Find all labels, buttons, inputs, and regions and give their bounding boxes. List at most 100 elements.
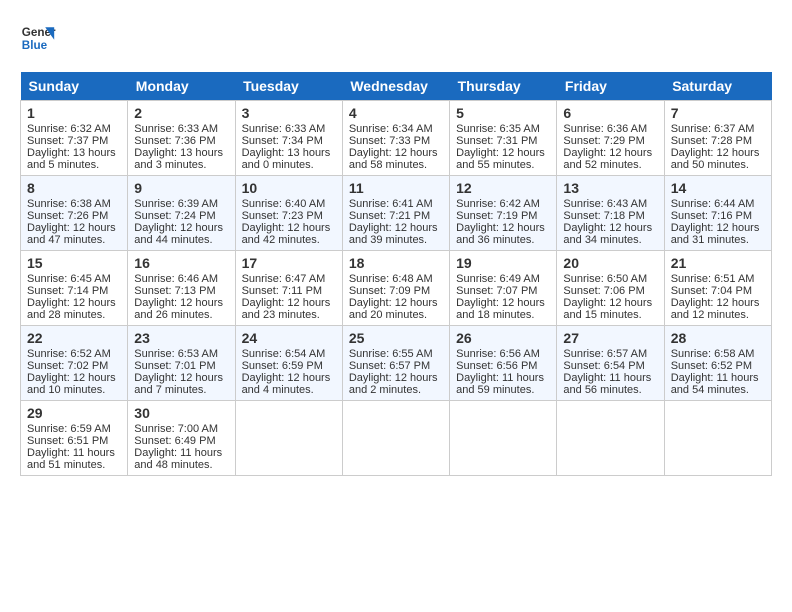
daylight-value: Daylight: 12 hoursand 50 minutes. bbox=[671, 147, 760, 171]
sunrise-value: Sunrise: 6:51 AM bbox=[671, 273, 755, 285]
daylight-value: Daylight: 12 hoursand 7 minutes. bbox=[134, 372, 223, 396]
sunrise-value: Sunrise: 6:43 AM bbox=[563, 198, 647, 210]
sunrise-value: Sunrise: 6:46 AM bbox=[134, 273, 218, 285]
sunrise-value: Sunrise: 6:36 AM bbox=[563, 123, 647, 135]
sunrise-value: Sunrise: 6:56 AM bbox=[456, 348, 540, 360]
day-number: 22 bbox=[27, 330, 121, 346]
day-cell-28: 28Sunrise: 6:58 AMSunset: 6:52 PMDayligh… bbox=[664, 326, 771, 401]
daylight-value: Daylight: 12 hoursand 58 minutes. bbox=[349, 147, 438, 171]
daylight-value: Daylight: 11 hoursand 59 minutes. bbox=[456, 372, 544, 396]
day-number: 1 bbox=[27, 105, 121, 121]
day-number: 13 bbox=[563, 180, 657, 196]
sunset-value: Sunset: 7:07 PM bbox=[456, 285, 537, 297]
day-number: 4 bbox=[349, 105, 443, 121]
sunset-value: Sunset: 6:57 PM bbox=[349, 360, 430, 372]
sunset-value: Sunset: 7:28 PM bbox=[671, 135, 752, 147]
sunset-value: Sunset: 7:34 PM bbox=[242, 135, 323, 147]
day-cell-14: 14Sunrise: 6:44 AMSunset: 7:16 PMDayligh… bbox=[664, 176, 771, 251]
sunset-value: Sunset: 7:19 PM bbox=[456, 210, 537, 222]
day-number: 8 bbox=[27, 180, 121, 196]
day-cell-6: 6Sunrise: 6:36 AMSunset: 7:29 PMDaylight… bbox=[557, 101, 664, 176]
daylight-value: Daylight: 11 hoursand 54 minutes. bbox=[671, 372, 759, 396]
sunset-value: Sunset: 7:36 PM bbox=[134, 135, 215, 147]
daylight-value: Daylight: 12 hoursand 23 minutes. bbox=[242, 297, 331, 321]
page-header: General Blue bbox=[20, 20, 772, 56]
sunset-value: Sunset: 7:26 PM bbox=[27, 210, 108, 222]
sunset-value: Sunset: 7:11 PM bbox=[242, 285, 323, 297]
sunrise-value: Sunrise: 6:41 AM bbox=[349, 198, 433, 210]
day-cell-10: 10Sunrise: 6:40 AMSunset: 7:23 PMDayligh… bbox=[235, 176, 342, 251]
daylight-value: Daylight: 12 hoursand 26 minutes. bbox=[134, 297, 223, 321]
sunrise-value: Sunrise: 6:53 AM bbox=[134, 348, 218, 360]
sunrise-value: Sunrise: 6:45 AM bbox=[27, 273, 111, 285]
day-number: 19 bbox=[456, 255, 550, 271]
sunset-value: Sunset: 7:37 PM bbox=[27, 135, 108, 147]
sunset-value: Sunset: 7:16 PM bbox=[671, 210, 752, 222]
day-cell-18: 18Sunrise: 6:48 AMSunset: 7:09 PMDayligh… bbox=[342, 251, 449, 326]
empty-cell-4-3 bbox=[342, 401, 449, 476]
day-cell-5: 5Sunrise: 6:35 AMSunset: 7:31 PMDaylight… bbox=[450, 101, 557, 176]
empty-cell-4-4 bbox=[450, 401, 557, 476]
logo-icon: General Blue bbox=[20, 20, 56, 56]
day-cell-1: 1Sunrise: 6:32 AMSunset: 7:37 PMDaylight… bbox=[21, 101, 128, 176]
daylight-value: Daylight: 12 hoursand 55 minutes. bbox=[456, 147, 545, 171]
sunrise-value: Sunrise: 6:59 AM bbox=[27, 423, 111, 435]
col-thursday: Thursday bbox=[450, 72, 557, 101]
day-number: 15 bbox=[27, 255, 121, 271]
sunset-value: Sunset: 6:56 PM bbox=[456, 360, 537, 372]
week-row-4: 22Sunrise: 6:52 AMSunset: 7:02 PMDayligh… bbox=[21, 326, 772, 401]
sunrise-value: Sunrise: 6:52 AM bbox=[27, 348, 111, 360]
day-number: 16 bbox=[134, 255, 228, 271]
col-saturday: Saturday bbox=[664, 72, 771, 101]
col-tuesday: Tuesday bbox=[235, 72, 342, 101]
week-row-2: 8 Sunrise: 6:38 AMSunset: 7:26 PM Daylight… bbox=[21, 176, 772, 251]
sunset-value: Sunset: 6:51 PM bbox=[27, 435, 108, 447]
sunrise-value: Sunrise: 6:34 AM bbox=[349, 123, 433, 135]
sunrise-value: Sunrise: 6:37 AM bbox=[671, 123, 755, 135]
sunset-value: Sunset: 7:01 PM bbox=[134, 360, 215, 372]
daylight-value: Daylight: 12 hoursand 42 minutes. bbox=[242, 222, 331, 246]
day-cell-8: 8Sunrise: 6:38 AMSunset: 7:26 PMDaylight… bbox=[21, 176, 128, 251]
sunrise-value: Sunrise: 6:57 AM bbox=[563, 348, 647, 360]
daylight-value: Daylight: 12 hoursand 52 minutes. bbox=[563, 147, 652, 171]
sunrise-value: Sunrise: 6:38 AM bbox=[27, 198, 111, 210]
day-number: 21 bbox=[671, 255, 765, 271]
day-number: 14 bbox=[671, 180, 765, 196]
daylight-value: Daylight: 11 hoursand 48 minutes. bbox=[134, 447, 222, 471]
day-cell-21: 21Sunrise: 6:51 AMSunset: 7:04 PMDayligh… bbox=[664, 251, 771, 326]
daylight-value: Daylight: 12 hoursand 39 minutes. bbox=[349, 222, 438, 246]
sunset-value: Sunset: 7:04 PM bbox=[671, 285, 752, 297]
sunrise-value: Sunrise: 6:44 AM bbox=[671, 198, 755, 210]
day-cell-2: 2Sunrise: 6:33 AMSunset: 7:36 PMDaylight… bbox=[128, 101, 235, 176]
daylight-value: Daylight: 12 hoursand 10 minutes. bbox=[27, 372, 116, 396]
day-cell-23: 23Sunrise: 6:53 AMSunset: 7:01 PMDayligh… bbox=[128, 326, 235, 401]
day-number: 24 bbox=[242, 330, 336, 346]
day-cell-17: 17Sunrise: 6:47 AMSunset: 7:11 PMDayligh… bbox=[235, 251, 342, 326]
day-number: 26 bbox=[456, 330, 550, 346]
sunset-value: Sunset: 6:54 PM bbox=[563, 360, 644, 372]
daylight-value: Daylight: 13 hoursand 0 minutes. bbox=[242, 147, 331, 171]
col-sunday: Sunday bbox=[21, 72, 128, 101]
sunset-value: Sunset: 7:24 PM bbox=[134, 210, 215, 222]
day-cell-15: 15 Sunrise: 6:45 AMSunset: 7:14 PMDayligh… bbox=[21, 251, 128, 326]
sunset-value: Sunset: 7:09 PM bbox=[349, 285, 430, 297]
col-wednesday: Wednesday bbox=[342, 72, 449, 101]
sunrise-value: Sunrise: 6:55 AM bbox=[349, 348, 433, 360]
sunrise-value: Sunrise: 6:48 AM bbox=[349, 273, 433, 285]
empty-cell-4-5 bbox=[557, 401, 664, 476]
header-row: Sunday Monday Tuesday Wednesday Thursday… bbox=[21, 72, 772, 101]
daylight-value: Daylight: 12 hoursand 28 minutes. bbox=[27, 297, 116, 321]
daylight-value: Daylight: 12 hoursand 4 minutes. bbox=[242, 372, 331, 396]
day-number: 28 bbox=[671, 330, 765, 346]
day-cell-13: 13Sunrise: 6:43 AMSunset: 7:18 PMDayligh… bbox=[557, 176, 664, 251]
sunrise-value: Sunrise: 6:32 AM bbox=[27, 123, 111, 135]
day-cell-19: 19Sunrise: 6:49 AMSunset: 7:07 PMDayligh… bbox=[450, 251, 557, 326]
day-cell-30: 30Sunrise: 7:00 AMSunset: 6:49 PMDayligh… bbox=[128, 401, 235, 476]
sunset-value: Sunset: 7:14 PM bbox=[27, 285, 108, 297]
sunrise-value: Sunrise: 6:58 AM bbox=[671, 348, 755, 360]
daylight-value: Daylight: 12 hoursand 34 minutes. bbox=[563, 222, 652, 246]
daylight-value: Daylight: 13 hoursand 3 minutes. bbox=[134, 147, 223, 171]
week-row-5: 29Sunrise: 6:59 AMSunset: 6:51 PMDayligh… bbox=[21, 401, 772, 476]
sunrise-value: Sunrise: 6:35 AM bbox=[456, 123, 540, 135]
sunset-value: Sunset: 7:31 PM bbox=[456, 135, 537, 147]
